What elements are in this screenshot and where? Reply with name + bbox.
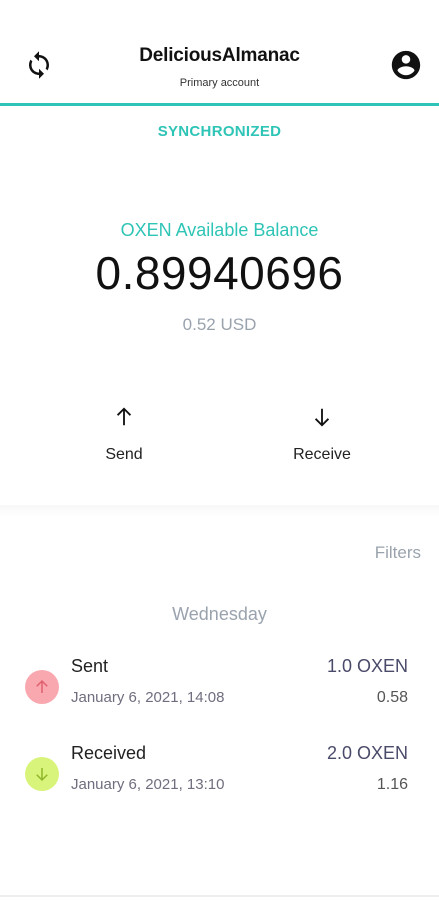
balance-fiat: 0.52 USD	[182, 315, 257, 334]
balance-label: OXEN Available Balance	[120, 220, 319, 240]
transaction-date: January 6, 2021, 13:10	[71, 776, 225, 793]
receive-label: Receive	[293, 446, 351, 463]
transaction-row[interactable]: Sent January 6, 2021, 14:08 1.0 OXEN 0.5…	[0, 652, 439, 722]
sent-status-icon	[25, 670, 59, 704]
account-circle-icon[interactable]	[389, 48, 423, 82]
transaction-row[interactable]: Received January 6, 2021, 13:10 2.0 OXEN…	[0, 739, 439, 809]
transaction-date: January 6, 2021, 14:08	[71, 689, 225, 706]
send-button[interactable]: Send	[69, 402, 179, 464]
send-label: Send	[105, 446, 143, 463]
received-status-icon	[25, 757, 59, 791]
account-name: DeliciousAlmanac	[139, 45, 300, 66]
account-header[interactable]: DeliciousAlmanac Primary account	[0, 45, 439, 89]
sync-status: SYNCHRONIZED	[157, 123, 282, 140]
header: DeliciousAlmanac Primary account	[0, 0, 439, 104]
transaction-amount: 2.0 OXEN	[326, 743, 408, 763]
arrow-up-icon	[69, 402, 179, 432]
filters-button[interactable]: Filters	[375, 543, 421, 563]
wallet-screen: DeliciousAlmanac Primary account SYNCHRO…	[0, 0, 439, 900]
balance-value: 0.89940696	[95, 247, 344, 299]
transaction-type: Received	[71, 743, 147, 763]
transaction-type: Sent	[71, 656, 109, 676]
day-header: Wednesday	[172, 604, 267, 624]
transaction-amount: 1.0 OXEN	[326, 656, 408, 676]
bottom-divider	[0, 895, 439, 897]
transaction-fiat: 1.16	[376, 776, 408, 793]
account-subtitle: Primary account	[179, 77, 260, 89]
transaction-fiat: 0.58	[376, 689, 408, 706]
section-divider	[0, 505, 439, 517]
receive-button[interactable]: Receive	[267, 402, 377, 464]
header-divider	[0, 103, 439, 106]
arrow-down-icon	[267, 402, 377, 432]
